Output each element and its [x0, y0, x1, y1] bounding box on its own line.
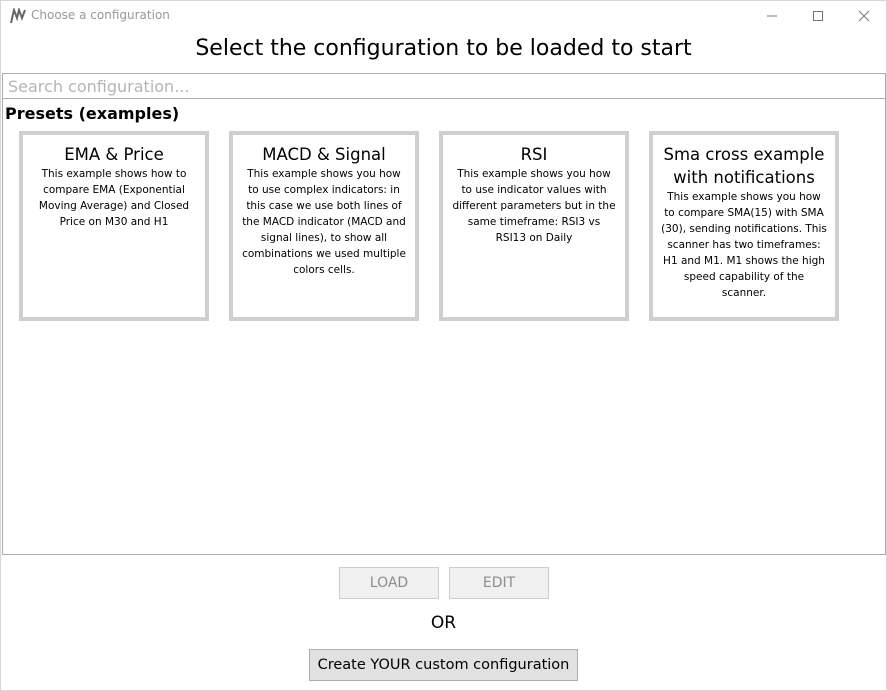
preset-card-title: Sma cross example with notifications [663, 145, 825, 187]
preset-card-sma-cross[interactable]: Sma cross example with notifications Thi… [649, 131, 839, 321]
app-logo-icon [10, 8, 26, 24]
title-bar[interactable]: Choose a configuration [1, 1, 886, 31]
window-title: Choose a configuration [31, 8, 170, 22]
maximize-button[interactable] [795, 1, 841, 31]
preset-card-description: This example shows you how to use comple… [242, 168, 406, 276]
search-input[interactable] [2, 73, 886, 99]
preset-card-rsi[interactable]: RSI This example shows you how to use in… [439, 131, 629, 321]
preset-card-title: MACD & Signal [262, 145, 386, 164]
preset-card-macd-signal[interactable]: MACD & Signal This example shows you how… [229, 131, 419, 321]
create-custom-configuration-button[interactable]: Create YOUR custom configuration [309, 649, 578, 681]
close-icon [858, 10, 870, 22]
preset-card-description: This example shows you how to compare SM… [661, 191, 827, 299]
minimize-button[interactable] [749, 1, 795, 31]
or-separator: OR [430, 613, 457, 633]
minimize-icon [767, 15, 777, 17]
preset-card-title: RSI [520, 145, 548, 164]
page-heading: Select the configuration to be loaded to… [195, 36, 692, 61]
preset-card-description: This example shows you how to use indica… [452, 168, 616, 244]
preset-card-ema-price[interactable]: EMA & Price This example shows how to co… [19, 131, 209, 321]
load-button[interactable]: LOAD [339, 567, 439, 599]
close-button[interactable] [841, 1, 886, 31]
presets-title: Presets (examples) [5, 104, 180, 123]
edit-button[interactable]: EDIT [449, 567, 549, 599]
configuration-window: Choose a configuration Select the config… [0, 0, 887, 691]
maximize-icon [813, 11, 823, 21]
presets-panel: Presets (examples) EMA & Price This exam… [2, 99, 886, 555]
preset-card-title: EMA & Price [64, 145, 164, 164]
preset-card-description: This example shows how to compare EMA (E… [38, 168, 190, 228]
